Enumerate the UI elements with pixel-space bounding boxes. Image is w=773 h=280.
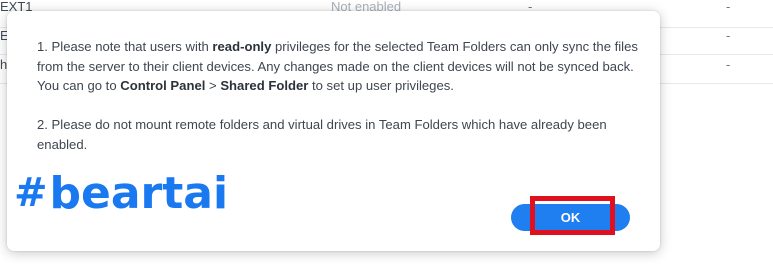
note-text: 1. Please note that users with xyxy=(37,39,213,54)
note-remote-folders: 2. Please do not mount remote folders an… xyxy=(37,117,607,152)
table-cell: - xyxy=(726,28,731,43)
note-text: to set up user privileges. xyxy=(308,78,454,93)
beartai-watermark-logo: # beartai xyxy=(14,167,229,219)
note-read-only: 1. Please note that users with read-only… xyxy=(37,37,639,76)
shared-folder-label: Shared Folder xyxy=(220,78,309,93)
note-emphasis: read-only xyxy=(212,39,272,54)
note-text: You can go to xyxy=(37,78,121,93)
watermark-text: beartai xyxy=(49,167,229,219)
dialog-message: 1. Please note that users with read-only… xyxy=(37,37,639,154)
control-panel-label: Control Panel xyxy=(120,78,206,93)
note-privileges-hint: You can go to Control Panel > Shared Fol… xyxy=(37,76,639,96)
hashtag-icon: # xyxy=(14,170,48,216)
table-cell: - xyxy=(726,57,731,72)
ok-button[interactable]: OK xyxy=(511,204,630,231)
table-cell: - xyxy=(726,0,731,14)
path-separator: > xyxy=(205,78,221,93)
